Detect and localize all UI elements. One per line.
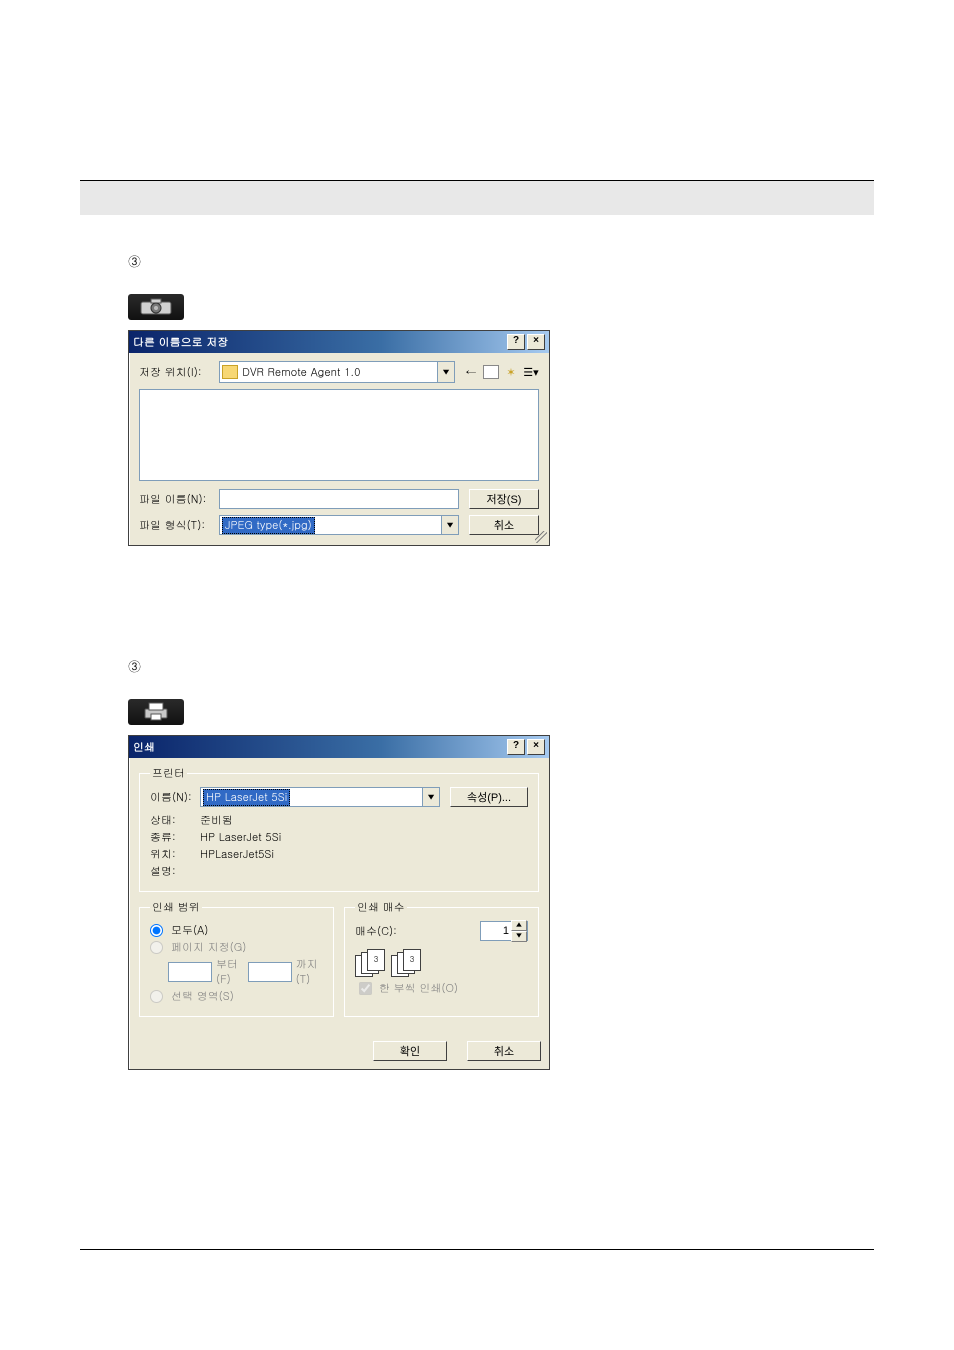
save-button[interactable]: 저장(S) <box>469 489 539 509</box>
printer-group: 프린터 이름(N): HP LaserJet 5Si ▼ 속성(P)... 상태… <box>139 766 539 892</box>
range-from-label: 부터(F) <box>216 957 244 987</box>
range-all-input[interactable] <box>150 924 163 937</box>
copies-group: 인쇄 매수 매수(C): ▲ ▼ 123 <box>344 900 539 1017</box>
range-all-label: 모두(A) <box>171 923 208 938</box>
cancel-button[interactable]: 취소 <box>469 515 539 535</box>
status-label: 상태: <box>150 813 200 828</box>
print-title-text: 인쇄 <box>133 740 155 755</box>
range-selection-label: 선택 영역(S) <box>171 989 234 1004</box>
section-marker-3-a: ③ <box>128 251 874 270</box>
printer-name-value: HP LaserJet 5Si <box>203 789 290 806</box>
range-selection-radio: 선택 영역(S) <box>150 989 323 1004</box>
file-type-combo[interactable]: JPEG type(*.jpg) ▼ <box>219 515 459 535</box>
properties-button[interactable]: 속성(P)... <box>450 787 528 807</box>
file-name-label: 파일 이름(N): <box>139 492 219 507</box>
save-location-value: DVR Remote Agent 1.0 <box>242 365 360 380</box>
folder-icon <box>222 365 238 379</box>
print-icon[interactable] <box>128 699 184 725</box>
chevron-down-icon[interactable]: ▼ <box>441 516 458 534</box>
range-selection-input <box>150 990 163 1003</box>
type-value: HP LaserJet 5Si <box>200 830 281 845</box>
range-all-radio[interactable]: 모두(A) <box>150 923 323 938</box>
save-as-title-text: 다른 이름으로 저장 <box>133 335 228 350</box>
range-pages-input <box>150 941 163 954</box>
comment-label: 설명: <box>150 864 200 879</box>
printer-legend: 프린터 <box>150 766 187 781</box>
spin-down-icon[interactable]: ▼ <box>511 931 527 942</box>
grey-header-band <box>80 181 874 215</box>
collate-graphic: 123 123 <box>355 949 528 975</box>
resize-grip[interactable] <box>535 531 547 543</box>
save-location-combo[interactable]: DVR Remote Agent 1.0 ▼ <box>219 361 455 383</box>
close-button[interactable]: × <box>527 334 545 350</box>
print-titlebar: 인쇄 ? × <box>129 736 549 758</box>
section-marker-3-b: ③ <box>128 656 874 675</box>
collate-checkbox <box>359 982 372 995</box>
copies-label: 매수(C): <box>355 924 397 939</box>
file-name-input[interactable] <box>219 489 459 509</box>
ok-button[interactable]: 확인 <box>373 1041 447 1061</box>
range-to-label: 까지(T) <box>296 957 323 987</box>
status-value: 준비됨 <box>200 813 233 828</box>
help-button[interactable]: ? <box>507 334 525 350</box>
print-dialog: 인쇄 ? × 프린터 이름(N): HP LaserJet 5Si ▼ 속성(P… <box>128 735 550 1070</box>
save-location-label: 저장 위치(I): <box>139 365 219 380</box>
save-as-titlebar: 다른 이름으로 저장 ? × <box>129 331 549 353</box>
where-label: 위치: <box>150 847 200 862</box>
range-from-input <box>168 962 212 982</box>
save-as-dialog: 다른 이름으로 저장 ? × 저장 위치(I): DVR Remote Agen… <box>128 330 550 546</box>
help-button[interactable]: ? <box>507 739 525 755</box>
collate-checkbox-row: 한 부씩 인쇄(O) <box>355 979 528 998</box>
file-list-pane[interactable] <box>139 389 539 481</box>
file-type-label: 파일 형식(T): <box>139 518 219 533</box>
cancel-button[interactable]: 취소 <box>467 1041 541 1061</box>
collate-stack-a: 123 <box>355 949 385 975</box>
chevron-down-icon[interactable]: ▼ <box>437 362 454 382</box>
bottom-horizontal-rule <box>80 1249 874 1250</box>
range-legend: 인쇄 범위 <box>150 900 202 915</box>
range-to-input <box>248 962 292 982</box>
file-type-value: JPEG type(*.jpg) <box>222 517 315 534</box>
collate-label: 한 부씩 인쇄(O) <box>379 981 458 996</box>
up-one-level-icon[interactable] <box>483 365 499 379</box>
back-icon[interactable]: ← <box>463 364 479 380</box>
print-range-group: 인쇄 범위 모두(A) 페이지 지정(G) 부터(F) 까지(T) <box>139 900 334 1017</box>
views-icon[interactable]: ☰▾ <box>523 364 539 380</box>
range-pages-label: 페이지 지정(G) <box>171 940 246 955</box>
camera-capture-icon[interactable] <box>128 294 184 320</box>
where-value: HPLaserJet5Si <box>200 847 274 862</box>
copies-legend: 인쇄 매수 <box>355 900 407 915</box>
chevron-down-icon[interactable]: ▼ <box>422 788 439 806</box>
collate-stack-b: 123 <box>391 949 421 975</box>
close-button[interactable]: × <box>527 739 545 755</box>
printer-name-label: 이름(N): <box>150 790 200 805</box>
printer-name-combo[interactable]: HP LaserJet 5Si ▼ <box>200 787 440 807</box>
type-label: 종류: <box>150 830 200 845</box>
copies-spinner[interactable]: ▲ ▼ <box>480 921 528 941</box>
copies-input[interactable] <box>481 925 511 937</box>
range-pages-radio: 페이지 지정(G) <box>150 940 323 955</box>
new-folder-icon[interactable]: ✶ <box>503 364 519 380</box>
range-from-to-row: 부터(F) 까지(T) <box>150 957 323 987</box>
